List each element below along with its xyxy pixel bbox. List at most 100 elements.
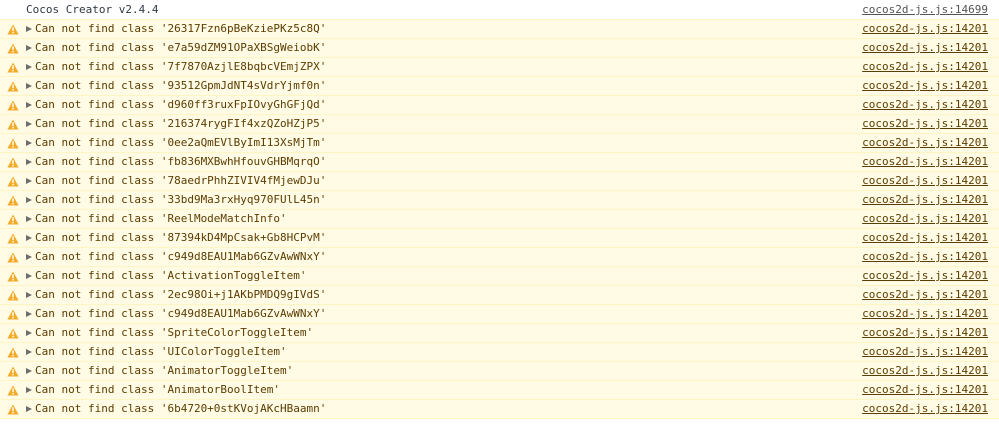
warning-source-link[interactable]: cocos2d-js.js:14201 [862,286,988,304]
warning-message-text: Can not find class '0ee2aQmEVlByImI13XsM… [35,136,327,149]
warning-triangle-icon [7,385,19,396]
console-warning-row[interactable]: Can not find class '93512GpmJdNT4sVdrYjm… [0,76,999,96]
console-panel: Cocos Creator v2.4.4 cocos2d-js.js:14699… [0,0,999,436]
warning-message-text: Can not find class '6b4720+0stKVojAKcHBa… [35,402,327,415]
warning-triangle-icon [7,328,19,339]
warning-source-link[interactable]: cocos2d-js.js:14201 [862,381,988,399]
console-warning-row[interactable]: Can not find class 'AnimatorBoolItem' coc… [0,380,999,400]
warning-source-link[interactable]: cocos2d-js.js:14201 [862,362,988,380]
expand-arrow-icon[interactable] [26,311,32,317]
warning-source-link[interactable]: cocos2d-js.js:14201 [862,229,988,247]
expand-arrow-icon[interactable] [26,387,32,393]
console-warning-row[interactable]: Can not find class '6b4720+0stKVojAKcHBa… [0,399,999,419]
expand-arrow-icon[interactable] [26,45,32,51]
warning-triangle-icon [7,157,19,168]
warning-triangle-icon [7,404,19,415]
warning-message-text: Can not find class 'd960ff3ruxFpIOvyGhGF… [35,98,327,111]
warning-message-text: Can not find class 'c949d8EAU1Mab6GZvAwW… [35,307,327,320]
warning-triangle-icon [7,176,19,187]
console-warning-row[interactable]: Can not find class 'UIColorToggleItem' co… [0,342,999,362]
console-warning-row[interactable]: Can not find class 'ReelModeMatchInfo' co… [0,209,999,229]
warning-message-text: Can not find class '33bd9Ma3rxHyq970FUlL… [35,193,327,206]
warning-source-link[interactable]: cocos2d-js.js:14201 [862,134,988,152]
warning-source-link[interactable]: cocos2d-js.js:14201 [862,267,988,285]
warning-triangle-icon [7,195,19,206]
expand-arrow-icon[interactable] [26,406,32,412]
warning-message-text: Can not find class 'e7a59dZM91OPaXBSgWei… [35,41,327,54]
warning-source-link[interactable]: cocos2d-js.js:14201 [862,77,988,95]
console-warning-row[interactable]: Can not find class '2ec98Oi+j1AKbPMDQ9gI… [0,285,999,305]
expand-arrow-icon[interactable] [26,140,32,146]
warning-message-text: Can not find class 'ActivationToggleItem… [35,269,307,282]
expand-arrow-icon[interactable] [26,235,32,241]
warning-source-link[interactable]: cocos2d-js.js:14201 [862,324,988,342]
expand-arrow-icon[interactable] [26,83,32,89]
console-warning-row[interactable]: Can not find class 'c949d8EAU1Mab6GZvAwW… [0,304,999,324]
warning-triangle-icon [7,347,19,358]
warning-triangle-icon [7,43,19,54]
expand-arrow-icon[interactable] [26,216,32,222]
warning-triangle-icon [7,214,19,225]
warning-triangle-icon [7,81,19,92]
warning-source-link[interactable]: cocos2d-js.js:14201 [862,343,988,361]
warning-source-link[interactable]: cocos2d-js.js:14201 [862,153,988,171]
warning-list: Can not find class '26317Fzn6pBeKziePKz5… [0,19,999,419]
expand-arrow-icon[interactable] [26,292,32,298]
warning-source-link[interactable]: cocos2d-js.js:14201 [862,191,988,209]
expand-arrow-icon[interactable] [26,273,32,279]
warning-message-text: Can not find class '93512GpmJdNT4sVdrYjm… [35,79,327,92]
warning-message-text: Can not find class 'AnimatorToggleItem' [35,364,294,377]
expand-arrow-icon[interactable] [26,159,32,165]
console-warning-row[interactable]: Can not find class 'd960ff3ruxFpIOvyGhGF… [0,95,999,115]
expand-arrow-icon[interactable] [26,330,32,336]
console-warning-row[interactable]: Can not find class 'SpriteColorToggleIte… [0,323,999,343]
warning-source-link[interactable]: cocos2d-js.js:14201 [862,39,988,57]
warning-message-text: Can not find class 'SpriteColorToggleIte… [35,326,314,339]
warning-message-text: Can not find class '78aedrPhhZIVIV4fMjew… [35,174,327,187]
console-warning-row[interactable]: Can not find class '26317Fzn6pBeKziePKz5… [0,19,999,39]
expand-arrow-icon[interactable] [26,26,32,32]
expand-arrow-icon[interactable] [26,368,32,374]
console-warning-row[interactable]: Can not find class '0ee2aQmEVlByImI13XsM… [0,133,999,153]
console-warning-row[interactable]: Can not find class '33bd9Ma3rxHyq970FUlL… [0,190,999,210]
console-warning-row[interactable]: Can not find class '78aedrPhhZIVIV4fMjew… [0,171,999,191]
expand-arrow-icon[interactable] [26,254,32,260]
console-warning-row[interactable]: Can not find class 'AnimatorToggleItem' c… [0,361,999,381]
warning-source-link[interactable]: cocos2d-js.js:14201 [862,400,988,418]
warning-source-link[interactable]: cocos2d-js.js:14201 [862,210,988,228]
warning-triangle-icon [7,119,19,130]
warning-triangle-icon [7,309,19,320]
console-warning-row[interactable]: Can not find class '216374rygFIf4xzQZoHZ… [0,114,999,134]
expand-arrow-icon[interactable] [26,178,32,184]
warning-source-link[interactable]: cocos2d-js.js:14201 [862,305,988,323]
warning-source-link[interactable]: cocos2d-js.js:14201 [862,58,988,76]
warning-message-text: Can not find class 'ReelModeMatchInfo' [35,212,287,225]
warning-message-text: Can not find class '216374rygFIf4xzQZoHZ… [35,117,327,130]
console-warning-row[interactable]: Can not find class 'ActivationToggleItem… [0,266,999,286]
console-warning-row[interactable]: Can not find class '7f7870AzjlE8bqbcVEmj… [0,57,999,77]
warning-source-link[interactable]: cocos2d-js.js:14201 [862,172,988,190]
warning-source-link[interactable]: cocos2d-js.js:14201 [862,248,988,266]
warning-message-text: Can not find class '87394kD4MpCsak+Gb8HC… [35,231,327,244]
console-warning-row[interactable]: Can not find class '87394kD4MpCsak+Gb8HC… [0,228,999,248]
warning-triangle-icon [7,366,19,377]
expand-arrow-icon[interactable] [26,102,32,108]
expand-arrow-icon[interactable] [26,349,32,355]
warning-message-text: Can not find class 'UIColorToggleItem' [35,345,287,358]
expand-arrow-icon[interactable] [26,197,32,203]
warning-triangle-icon [7,252,19,263]
console-warning-row[interactable]: Can not find class 'e7a59dZM91OPaXBSgWei… [0,38,999,58]
expand-arrow-icon[interactable] [26,64,32,70]
warning-triangle-icon [7,290,19,301]
warning-triangle-icon [7,100,19,111]
warning-source-link[interactable]: cocos2d-js.js:14201 [862,115,988,133]
warning-source-link[interactable]: cocos2d-js.js:14201 [862,96,988,114]
expand-arrow-icon[interactable] [26,121,32,127]
log-source-link[interactable]: cocos2d-js.js:14699 [862,0,988,19]
console-warning-row[interactable]: Can not find class 'fb836MXBwhHfouvGHBMq… [0,152,999,172]
warning-triangle-icon [7,62,19,73]
console-warning-row[interactable]: Can not find class 'c949d8EAU1Mab6GZvAwW… [0,247,999,267]
warning-triangle-icon [7,233,19,244]
warning-triangle-icon [7,24,19,35]
warning-source-link[interactable]: cocos2d-js.js:14201 [862,20,988,38]
